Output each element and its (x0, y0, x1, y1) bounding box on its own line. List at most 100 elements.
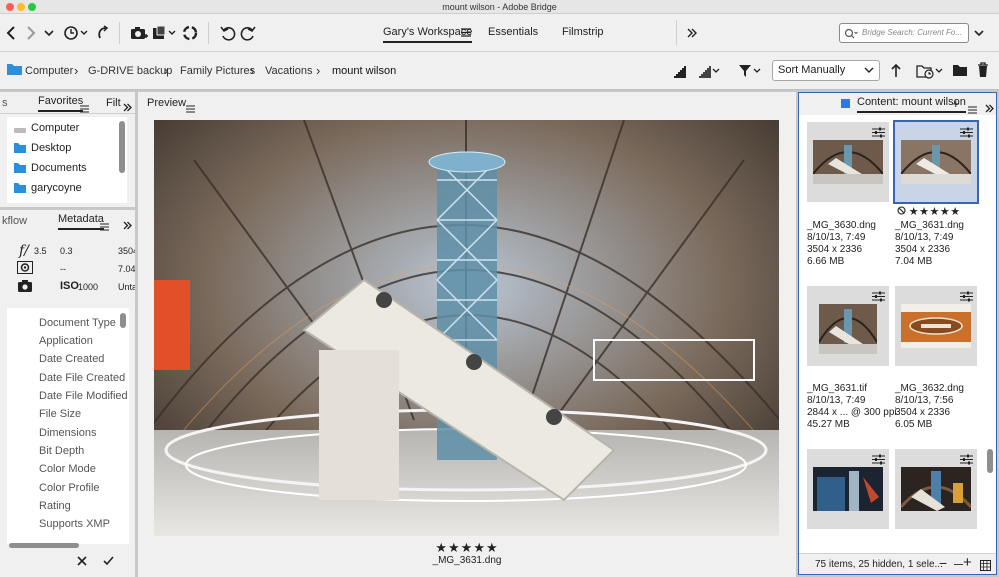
panel-menu-icon[interactable] (100, 217, 109, 239)
new-folder-icon[interactable] (952, 63, 968, 80)
thumbnail-cell[interactable] (807, 449, 889, 529)
cancel-icon[interactable] (77, 556, 87, 569)
rating-stars: ★★★★★ (908, 206, 961, 218)
favorite-label: garycoyne (31, 182, 82, 194)
thumbnail-cell-selected[interactable] (893, 120, 979, 204)
tab-content[interactable]: Content: mount wilson (857, 93, 966, 113)
chevron-right-icon: › (250, 63, 255, 78)
preview-panel-header: Preview (138, 92, 796, 114)
sort-ascending-icon[interactable] (890, 63, 902, 82)
metadata-field: Supports XMP (39, 518, 110, 530)
tab-filmstrip[interactable]: Filmstrip (562, 26, 604, 38)
panel-menu-icon[interactable] (186, 99, 195, 121)
camera-import-icon[interactable] (130, 23, 148, 43)
return-to-camera-raw-icon[interactable] (94, 23, 110, 43)
thumbnail-size-slider[interactable] (954, 564, 963, 565)
thumbnail-rating[interactable]: ★★★★★ (897, 206, 961, 219)
sort-select[interactable]: Sort Manually (772, 60, 880, 81)
zoom-out-icon[interactable]: − (939, 555, 947, 571)
metadata-field: Dimensions (39, 427, 97, 439)
open-recent-folder-icon[interactable] (916, 63, 944, 82)
thumbnail-cell[interactable] (807, 286, 889, 366)
preview-filename: _MG_3631.dng (432, 555, 502, 566)
settings-sliders-icon[interactable] (872, 127, 885, 141)
scrollbar[interactable] (987, 449, 993, 473)
refine-icon[interactable] (152, 23, 178, 43)
file-name: _MG_3631.tif (807, 383, 868, 394)
thumbnail-cell[interactable] (895, 449, 977, 529)
metadata-panel: kflow Metadata f/ 3.5 0.3 3504 -- 7.04 I… (0, 210, 135, 577)
zoom-in-icon[interactable]: + (963, 554, 972, 571)
thumbnail-image (813, 467, 883, 511)
filter-icon[interactable] (738, 63, 764, 82)
window-title: mount wilson - Adobe Bridge (442, 2, 557, 12)
scrollbar[interactable] (119, 121, 125, 173)
breadcrumb-family-pictures[interactable]: Family Pictures (180, 65, 255, 77)
rotate-right-icon[interactable] (240, 23, 256, 43)
metadata-field: Application (39, 335, 93, 347)
file-dimensions: 3504 x 2336 (807, 244, 863, 255)
workspace-menu-icon[interactable] (460, 25, 472, 39)
tab-keywords-truncated[interactable]: kflow (2, 210, 27, 232)
grid-lock-icon[interactable] (980, 560, 991, 574)
back-icon[interactable] (4, 23, 18, 43)
tab-garys-workspace[interactable]: Gary's Workspace (383, 26, 473, 43)
file-date: 8/10/13, 7:56 (895, 395, 954, 406)
thumbnail-cell[interactable] (807, 122, 889, 202)
file-size: 6.66 MB (807, 256, 845, 267)
preview-rating[interactable]: ★★★★★ (138, 540, 796, 556)
more-workspaces-icon[interactable] (686, 23, 698, 43)
untagged-value: Unta (118, 282, 135, 292)
more-tabs-icon[interactable] (123, 216, 132, 238)
forward-icon[interactable] (24, 23, 38, 43)
preview-quality-icon[interactable] (697, 64, 721, 81)
add-icon[interactable]: + (952, 93, 960, 115)
trash-icon[interactable] (977, 62, 989, 81)
preview-image[interactable] (154, 120, 779, 536)
scrollbar[interactable] (120, 313, 126, 328)
settings-sliders-icon[interactable] (960, 127, 973, 141)
settings-sliders-icon[interactable] (872, 291, 885, 305)
thumbnail-cell[interactable] (895, 286, 977, 366)
apply-icon[interactable] (103, 556, 114, 569)
file-date: 8/10/13, 7:49 (895, 232, 954, 243)
shutter-value: 0.3 (60, 246, 73, 256)
settings-sliders-icon[interactable] (872, 454, 885, 468)
search-icon (844, 28, 858, 46)
chevron-right-icon: › (316, 63, 321, 78)
recent-history-icon[interactable] (62, 23, 90, 43)
tab-preview[interactable]: Preview (147, 92, 186, 114)
search-input[interactable]: Bridge Search: Current Fo... (839, 23, 969, 43)
search-options-chevron-icon[interactable] (972, 23, 986, 43)
metadata-field: Document Type (39, 317, 116, 329)
horizontal-scrollbar[interactable] (9, 543, 79, 548)
breadcrumb-g-drive[interactable]: G-DRIVE backup (88, 65, 172, 77)
window-titlebar: mount wilson - Adobe Bridge (0, 0, 999, 14)
tab-favorites[interactable]: Favorites (38, 92, 84, 112)
metadata-field: Color Profile (39, 482, 100, 494)
breadcrumb-computer[interactable]: Computer (25, 65, 73, 77)
camera-icon (18, 280, 32, 295)
favorites-panel-header: s Favorites Filt (0, 92, 135, 114)
breadcrumb-mount-wilson[interactable]: mount wilson (332, 65, 396, 77)
chevron-down-icon[interactable] (43, 23, 55, 43)
settings-sliders-icon[interactable] (960, 291, 973, 305)
file-size: 7.04 MB (895, 256, 933, 267)
tab-essentials[interactable]: Essentials (488, 26, 538, 38)
settings-sliders-icon[interactable] (960, 454, 973, 468)
folder-icon (14, 163, 26, 176)
rotate-left-icon[interactable] (220, 23, 236, 43)
sort-label: Sort Manually (778, 64, 846, 76)
content-status-bar: 75 items, 25 hidden, 1 sele... − + (799, 553, 996, 575)
tab-folders-truncated[interactable]: s (2, 92, 8, 114)
rotate-sync-icon[interactable] (182, 23, 198, 43)
tab-filter-truncated[interactable]: Filt (106, 92, 121, 114)
tab-metadata[interactable]: Metadata (58, 210, 104, 230)
breadcrumb-vacations[interactable]: Vacations (265, 65, 313, 77)
favorites-panel: s Favorites Filt Computer Desktop Docume… (0, 92, 135, 207)
minimize-window-button[interactable] (17, 3, 25, 11)
quality-icon[interactable] (672, 64, 686, 81)
search-placeholder: Bridge Search: Current Fo... (862, 28, 963, 37)
close-window-button[interactable] (6, 3, 14, 11)
zoom-window-button[interactable] (28, 3, 36, 11)
